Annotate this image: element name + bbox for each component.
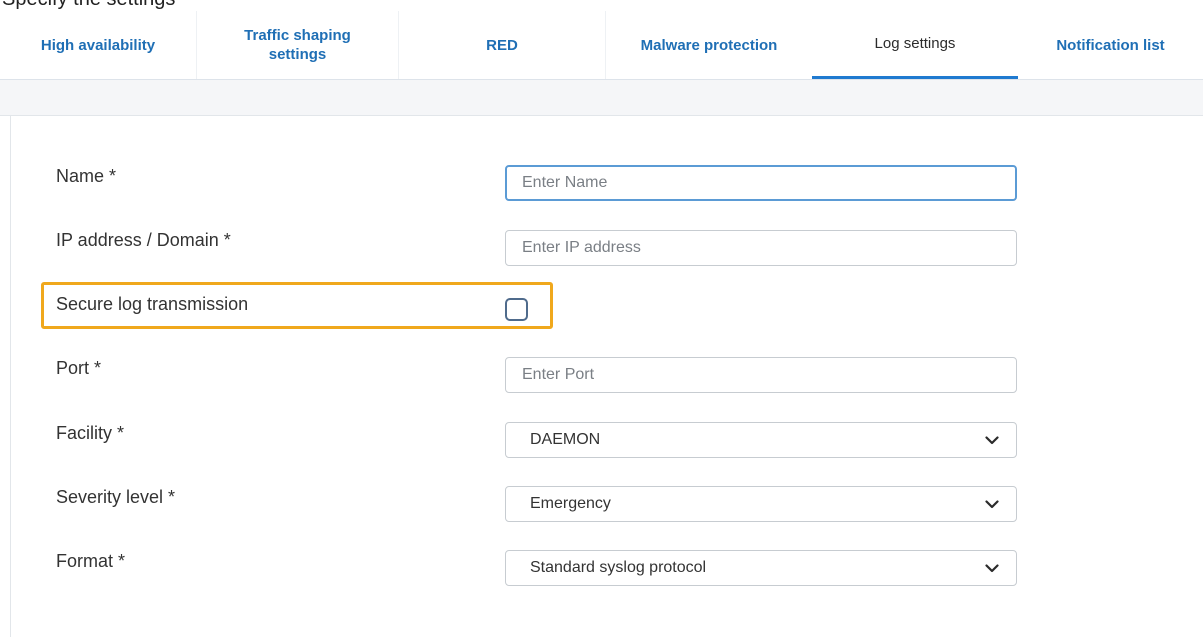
tab-red[interactable]: RED bbox=[399, 11, 606, 79]
log-settings-page: Specify the settings High availability T… bbox=[0, 0, 1203, 637]
name-label: Name * bbox=[56, 166, 117, 186]
facility-select[interactable]: DAEMON bbox=[505, 422, 1017, 458]
tab-malware-protection[interactable]: Malware protection bbox=[606, 11, 812, 79]
secure-log-transmission-label: Secure log transmission bbox=[56, 294, 249, 314]
facility-label: Facility * bbox=[56, 423, 125, 443]
tab-label: RED bbox=[486, 36, 518, 54]
tab-label-line2: settings bbox=[268, 46, 327, 63]
tab-bar: High availability Traffic shaping settin… bbox=[0, 11, 1203, 80]
format-select[interactable]: Standard syslog protocol bbox=[505, 550, 1017, 586]
format-label: Format * bbox=[56, 551, 126, 571]
tab-high-availability[interactable]: High availability bbox=[0, 11, 197, 79]
name-input[interactable] bbox=[505, 165, 1017, 201]
chevron-down-icon bbox=[984, 498, 1000, 510]
tab-log-settings[interactable]: Log settings bbox=[812, 11, 1018, 79]
severity-level-select[interactable]: Emergency bbox=[505, 486, 1017, 522]
tab-label: Log settings bbox=[874, 35, 956, 52]
tab-label-line1: Traffic shaping bbox=[244, 27, 351, 44]
tab-traffic-shaping-settings[interactable]: Traffic shaping settings bbox=[197, 11, 399, 79]
tab-label: High availability bbox=[40, 36, 156, 54]
page-instruction: Specify the settings bbox=[2, 0, 175, 11]
tab-notification-list[interactable]: Notification list bbox=[1018, 11, 1203, 79]
secure-log-transmission-checkbox[interactable] bbox=[505, 298, 528, 321]
tab-label: Notification list bbox=[1056, 36, 1165, 54]
severity-level-label: Severity level * bbox=[56, 487, 176, 507]
ip-address-label: IP address / Domain * bbox=[56, 230, 231, 250]
toolbar-strip bbox=[0, 80, 1203, 116]
chevron-down-icon bbox=[984, 562, 1000, 574]
format-value: Standard syslog protocol bbox=[530, 559, 707, 576]
facility-value: DAEMON bbox=[530, 431, 601, 448]
port-input[interactable] bbox=[505, 357, 1017, 393]
tab-label: Malware protection bbox=[640, 36, 778, 54]
port-label: Port * bbox=[56, 358, 102, 378]
chevron-down-icon bbox=[984, 434, 1000, 446]
ip-address-input[interactable] bbox=[505, 230, 1017, 266]
severity-level-value: Emergency bbox=[530, 495, 611, 512]
